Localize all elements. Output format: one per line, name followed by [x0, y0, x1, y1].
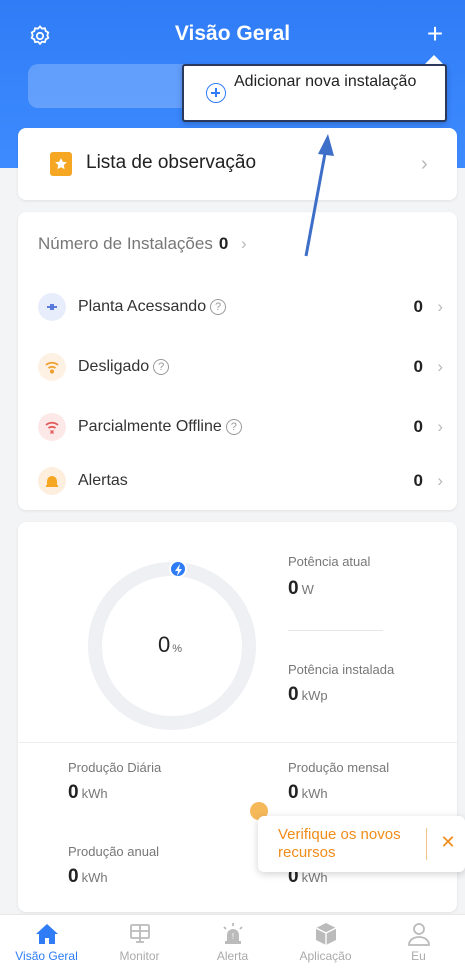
user-icon	[405, 921, 433, 947]
chevron-right-icon: ›	[437, 357, 443, 376]
help-question-icon[interactable]: ?	[225, 419, 242, 435]
monthly-production-value: 0 kWh	[288, 782, 328, 803]
annotation-arrow-icon	[304, 134, 334, 257]
tab-monitor[interactable]: Monitor	[93, 915, 186, 970]
new-features-toast[interactable]: Verifique os novos recursos ✕	[258, 816, 465, 872]
watchlist-card[interactable]: Lista de observação ›	[18, 128, 457, 200]
help-question-icon[interactable]: ?	[153, 359, 170, 375]
lightning-icon	[169, 560, 187, 578]
tab-label: Alerta	[216, 949, 249, 963]
daily-production-label: Produção Diária	[68, 760, 162, 775]
watchlist-label: Lista de observação	[86, 152, 257, 173]
current-power-label: Potência atual	[288, 554, 371, 569]
toast-text: Verifique os novos recursos	[278, 826, 401, 861]
row-value: 0	[413, 297, 423, 316]
star-bookmark-icon	[50, 152, 72, 176]
bottom-tab-bar: Visão Geral Monitor ! Alerta Aplicação E…	[0, 914, 465, 970]
row-label: Parcialmente Offline?	[78, 418, 242, 436]
installations-card: Número de Instalações 0 › Planta Acessand…	[18, 212, 457, 510]
installations-count-link[interactable]: Número de Instalações 0 ›	[38, 234, 247, 254]
tab-alerta[interactable]: ! Alerta	[186, 915, 279, 970]
monthly-production-label: Produção mensal	[288, 760, 390, 775]
tab-aplicacao[interactable]: Aplicação	[279, 915, 372, 970]
svg-text:!: !	[232, 932, 234, 941]
plug-icon	[38, 293, 66, 321]
row-alertas[interactable]: Alertas 0 ›	[38, 464, 443, 500]
kpi-divider	[288, 630, 383, 631]
tab-label: Monitor	[119, 949, 160, 963]
chevron-right-icon: ›	[437, 471, 443, 490]
annual-production-label: Produção anual	[68, 844, 160, 859]
row-value: 0	[413, 471, 423, 490]
chevron-right-icon: ›	[437, 417, 443, 436]
home-icon	[33, 921, 61, 947]
installed-power-label: Potência instalada	[288, 662, 395, 677]
add-plus-icon[interactable]: +	[420, 20, 450, 50]
page-title: Visão Geral	[174, 22, 291, 45]
toast-separator	[426, 828, 427, 860]
add-installation-label: Adicionar nova instalação	[234, 73, 417, 90]
daily-production-value: 0 kWh	[68, 782, 108, 803]
close-icon[interactable]: ✕	[436, 830, 460, 854]
monitor-icon	[126, 921, 154, 947]
tab-label: Visão Geral	[15, 949, 78, 963]
wifi-off-icon	[38, 353, 66, 381]
help-question-icon[interactable]: ?	[210, 299, 227, 315]
add-installation-menu-item[interactable]: Adicionar nova instalação	[182, 64, 447, 122]
tab-label: Eu	[411, 949, 426, 963]
current-power-value: 0W	[288, 578, 314, 599]
row-planta-acessando[interactable]: Planta Acessando? 0 ›	[38, 290, 443, 326]
stats-divider	[18, 742, 457, 743]
row-label: Planta Acessando?	[78, 298, 227, 316]
chevron-right-icon: ›	[421, 153, 428, 175]
wifi-partial-icon	[38, 413, 66, 441]
tab-visao-geral[interactable]: Visão Geral	[0, 915, 93, 970]
installations-count: 0	[218, 234, 229, 253]
alarm-icon: !	[219, 921, 247, 947]
row-value: 0	[413, 357, 423, 376]
row-desligado[interactable]: Desligado? 0 ›	[38, 350, 443, 386]
chevron-right-icon: ›	[241, 234, 247, 253]
cube-icon	[312, 921, 340, 947]
add-circle-icon	[206, 83, 226, 103]
tab-eu[interactable]: Eu	[372, 915, 465, 970]
alarm-bell-icon	[38, 467, 66, 495]
ring-percentage: 0%	[158, 632, 183, 657]
tab-label: Aplicação	[299, 949, 352, 963]
row-parcialmente-offline[interactable]: Parcialmente Offline? 0 ›	[38, 410, 443, 446]
row-value: 0	[413, 417, 423, 436]
row-label: Desligado?	[78, 358, 170, 376]
installations-title: Número de Instalações	[38, 234, 213, 253]
installed-power-value: 0 kWp	[288, 684, 328, 705]
chevron-right-icon: ›	[437, 297, 443, 316]
row-label: Alertas	[78, 472, 128, 489]
annual-production-value: 0 kWh	[68, 866, 108, 887]
